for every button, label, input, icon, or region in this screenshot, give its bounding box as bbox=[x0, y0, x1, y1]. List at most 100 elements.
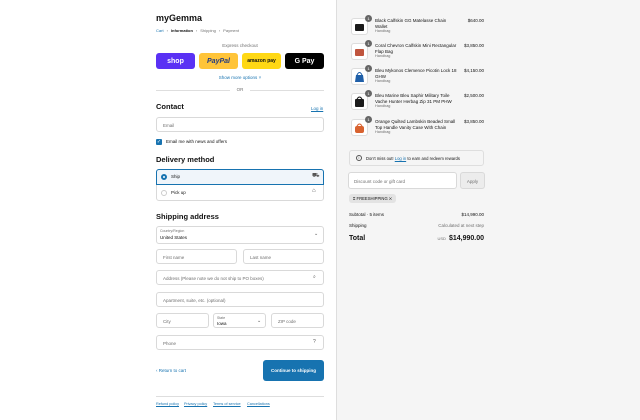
product-vendor: Handbag bbox=[375, 130, 391, 135]
newsletter-label: Email me with news and offers bbox=[166, 139, 227, 144]
product-price: $640.00 bbox=[467, 18, 484, 23]
delivery-heading: Delivery method bbox=[156, 155, 215, 164]
email-field[interactable]: Email bbox=[156, 117, 324, 132]
product-title: Bleu Mykonos Clemence Picotin Lock 18 GH… bbox=[375, 68, 457, 79]
handbag-icon bbox=[355, 24, 364, 31]
cart-line-item: 1 Orange Quilted Lambskin Beaded Small T… bbox=[351, 116, 484, 141]
discount-tag-code: FREESHIPPING bbox=[356, 196, 388, 201]
breadcrumb-shipping: Shipping bbox=[200, 28, 216, 33]
subtotal-value: $14,990.00 bbox=[461, 212, 484, 217]
show-more-label: Show more options bbox=[218, 75, 258, 80]
shipping-heading: Shipping address bbox=[156, 212, 219, 221]
product-price: $3,850.00 bbox=[463, 43, 484, 48]
chevron-down-icon: ⌄ bbox=[257, 318, 262, 324]
rewards-banner: i Don't miss out! Log in to earn and red… bbox=[349, 150, 484, 166]
country-value: United States bbox=[160, 235, 188, 240]
quantity-badge: 1 bbox=[365, 40, 372, 47]
pickup-radio[interactable] bbox=[161, 190, 167, 196]
quantity-badge: 1 bbox=[365, 116, 372, 123]
amazon-pay-button[interactable]: amazon pay bbox=[242, 53, 281, 69]
currency-code: USD bbox=[437, 236, 446, 241]
breadcrumb-information: Information bbox=[170, 28, 193, 33]
product-vendor: Handbag bbox=[375, 29, 391, 34]
product-title: Bleu Marine Bleu Saphir Military Toile V… bbox=[375, 93, 452, 104]
first-name-field[interactable]: First name bbox=[156, 249, 237, 264]
quantity-badge: 1 bbox=[365, 15, 372, 22]
total-row: Total USD $14,990.00 bbox=[349, 235, 484, 242]
search-icon: ⌕ bbox=[313, 274, 316, 280]
paypal-button[interactable]: PayPal bbox=[199, 53, 238, 69]
google-pay-button[interactable]: G Pay bbox=[285, 53, 324, 69]
express-checkout-title: Express checkout bbox=[222, 43, 258, 48]
handbag-icon bbox=[355, 72, 364, 82]
product-title: Black Calfskin GG Matelasse Chain Wallet bbox=[375, 18, 447, 29]
cart-line-item: 1 Black Calfskin GG Matelasse Chain Wall… bbox=[351, 15, 484, 40]
rewards-login-link[interactable]: Log in bbox=[395, 156, 406, 161]
shipping-value: Calculated at next step bbox=[438, 223, 484, 228]
chevron-down-icon: ⌄ bbox=[314, 231, 319, 237]
return-to-cart-link[interactable]: ‹ Return to cart bbox=[156, 368, 186, 373]
continue-button[interactable]: Continue to shipping bbox=[263, 360, 324, 381]
privacy-policy-link[interactable]: Privacy policy bbox=[184, 402, 207, 406]
last-name-field[interactable]: Last name bbox=[243, 249, 324, 264]
product-price: $2,500.00 bbox=[463, 93, 484, 98]
return-to-cart-label: Return to cart bbox=[158, 368, 187, 373]
chevron-left-icon: ‹ bbox=[156, 368, 158, 373]
chevron-right-icon: › bbox=[166, 28, 168, 33]
discount-tag: ⌗ FREESHIPPING ✕ bbox=[349, 194, 397, 203]
breadcrumb: Cart › Information › Shipping › Payment bbox=[156, 28, 239, 33]
breadcrumb-cart[interactable]: Cart bbox=[156, 28, 164, 33]
total-amount: USD $14,990.00 bbox=[438, 235, 485, 242]
show-more-options[interactable]: Show more options ˅ bbox=[156, 75, 324, 80]
subtotal-label: Subtotal · 5 items bbox=[349, 212, 385, 217]
state-value: Iowa bbox=[217, 321, 227, 326]
quantity-badge: 1 bbox=[365, 65, 372, 72]
quantity-badge: 1 bbox=[365, 90, 372, 97]
contact-heading: Contact bbox=[156, 102, 184, 111]
breadcrumb-payment: Payment bbox=[223, 28, 239, 33]
help-icon[interactable]: ? bbox=[313, 339, 316, 345]
product-vendor: Handbag bbox=[375, 104, 391, 109]
apartment-field[interactable]: Apartment, suite, etc. (optional) bbox=[156, 292, 324, 307]
subtotal-row: Subtotal · 5 items $14,990.00 bbox=[349, 212, 484, 217]
handbag-icon bbox=[355, 49, 364, 56]
shipping-label: Shipping bbox=[349, 223, 367, 228]
ship-radio[interactable] bbox=[161, 174, 167, 180]
ship-label: Ship bbox=[171, 174, 181, 179]
product-name: Coral Chevron Calfskin Mini Rectangular … bbox=[375, 43, 459, 60]
remove-discount-icon[interactable]: ✕ bbox=[389, 196, 392, 201]
store-icon: ⌂ bbox=[312, 188, 316, 194]
store-logo[interactable]: myGemma bbox=[156, 13, 202, 23]
rewards-text-post: to earn and redeem rewards bbox=[407, 156, 460, 161]
login-link[interactable]: Log in bbox=[311, 106, 323, 111]
cart-line-item: 1 Bleu Marine Bleu Saphir Military Toile… bbox=[351, 90, 484, 115]
total-label: Total bbox=[349, 235, 366, 242]
info-icon: i bbox=[356, 155, 362, 161]
zip-field[interactable]: ZIP code bbox=[271, 313, 324, 328]
apply-discount-button[interactable]: Apply bbox=[460, 172, 485, 189]
cancellations-link[interactable]: Cancellations bbox=[247, 402, 270, 406]
refund-policy-link[interactable]: Refund policy bbox=[156, 402, 179, 406]
total-value: $14,990.00 bbox=[448, 235, 484, 242]
product-price: $4,150.00 bbox=[463, 68, 484, 73]
address-field[interactable]: Address (Please note we do not ship to P… bbox=[156, 270, 324, 285]
cart-line-item: 1 Coral Chevron Calfskin Mini Rectangula… bbox=[351, 40, 484, 65]
discount-code-input[interactable]: Discount code or gift card bbox=[348, 172, 457, 189]
cart-line-item: 1 Bleu Mykonos Clemence Picotin Lock 18 … bbox=[351, 65, 484, 90]
pickup-label: Pick up bbox=[171, 190, 186, 195]
handbag-icon bbox=[355, 96, 364, 107]
phone-field[interactable]: Phone bbox=[156, 335, 324, 350]
chevron-right-icon: › bbox=[195, 28, 198, 33]
state-label: State bbox=[217, 316, 226, 320]
truck-icon: ⛟ bbox=[312, 173, 320, 179]
product-title: Coral Chevron Calfskin Mini Rectangular … bbox=[375, 43, 457, 54]
product-vendor: Handbag bbox=[375, 79, 391, 84]
terms-of-service-link[interactable]: Terms of service bbox=[213, 402, 241, 406]
city-field[interactable]: City bbox=[156, 313, 209, 328]
newsletter-checkbox[interactable]: ✓ bbox=[156, 139, 162, 145]
delivery-option-ship[interactable] bbox=[156, 169, 324, 185]
product-title: Orange Quilted Lambskin Beaded Small Top… bbox=[375, 119, 456, 130]
shop-pay-button[interactable]: shop bbox=[156, 53, 195, 69]
or-separator: OR bbox=[230, 87, 250, 92]
country-label: Country/Region bbox=[160, 229, 185, 233]
